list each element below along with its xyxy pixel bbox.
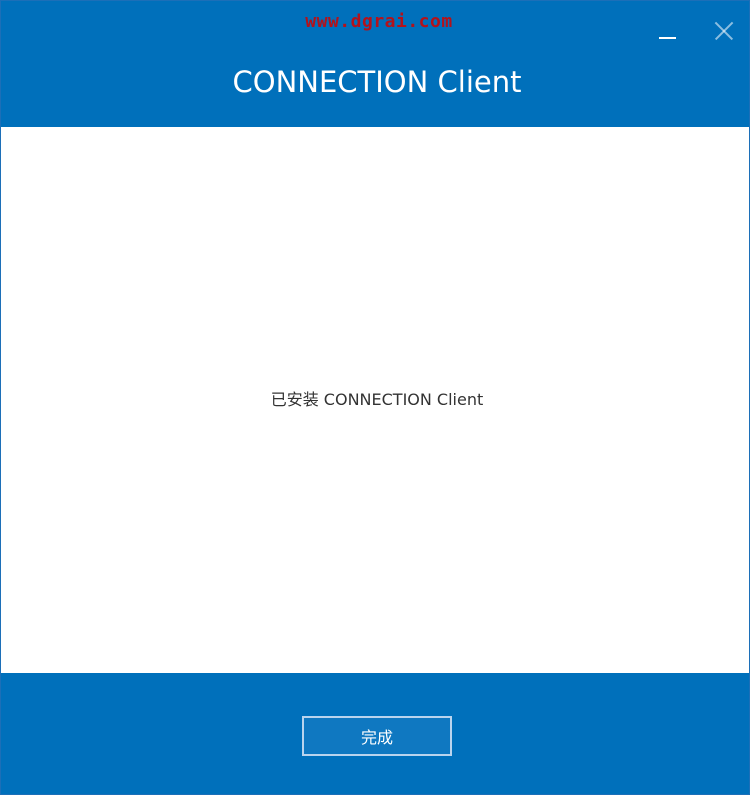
minimize-icon xyxy=(659,37,676,39)
window-title: CONNECTION Client xyxy=(232,65,522,99)
watermark: www.dgrai.com xyxy=(305,11,453,32)
footer-bar: 完成 xyxy=(1,673,749,794)
header-bar: www.dgrai.com CONNECTION Client xyxy=(1,1,749,127)
install-complete-message: 已安装 CONNECTION Client xyxy=(270,390,484,409)
finish-button[interactable]: 完成 xyxy=(302,716,452,756)
installer-window: www.dgrai.com CONNECTION Client 已安装 CONN… xyxy=(0,0,750,795)
minimize-button[interactable] xyxy=(647,13,687,49)
content-area: 已安装 CONNECTION Client xyxy=(1,127,749,673)
close-button[interactable] xyxy=(703,13,743,49)
